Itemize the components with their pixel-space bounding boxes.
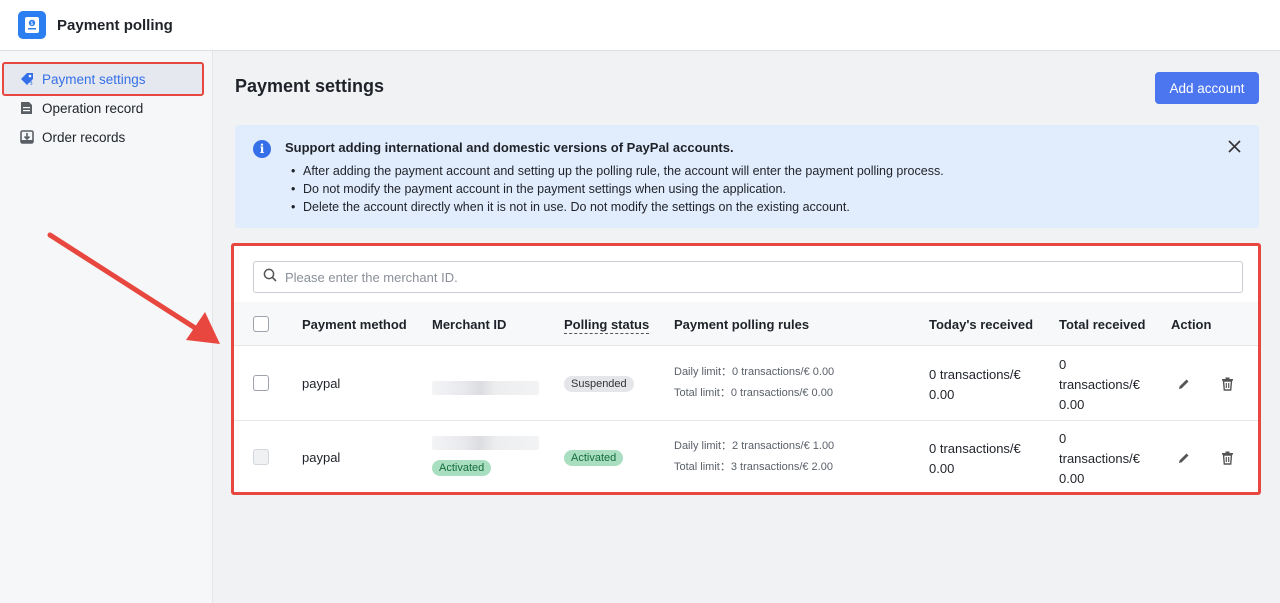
header-polling-status[interactable]: Polling status	[564, 317, 650, 334]
edit-icon[interactable]	[1175, 449, 1193, 467]
total-received-count: 0	[1059, 431, 1067, 446]
info-notice: i Support adding international and domes…	[235, 125, 1259, 228]
notice-item: Delete the account directly when it is n…	[303, 198, 944, 216]
today-received-amount: 0.00	[929, 387, 955, 402]
search-box[interactable]	[253, 261, 1243, 293]
download-box-icon	[19, 130, 34, 145]
header-todays-received: Today's received	[929, 317, 1034, 332]
table-row: paypal Activated Activated Daily limit：2…	[234, 421, 1258, 495]
accounts-panel: Payment method Merchant ID Polling statu…	[231, 243, 1261, 495]
table-row: paypal Suspended Daily limit：0 transacti…	[234, 347, 1258, 421]
merchant-id-redacted	[432, 436, 539, 450]
select-all-checkbox[interactable]	[253, 316, 269, 332]
header-payment-method: Payment method	[302, 317, 407, 332]
status-badge: Suspended	[564, 376, 634, 392]
annotation-arrow	[47, 232, 220, 344]
total-limit: Total limit：3 transactions/€ 2.00	[674, 461, 833, 473]
document-icon	[19, 101, 34, 116]
notice-item: After adding the payment account and set…	[303, 162, 944, 180]
info-icon: i	[253, 140, 271, 158]
sidebar-item-label: Order records	[42, 129, 126, 145]
header-action: Action	[1171, 317, 1212, 332]
total-received-unit: transactions/€	[1059, 377, 1140, 392]
total-limit: Total limit：0 transactions/€ 0.00	[674, 387, 833, 399]
merchant-status-badge: Activated	[432, 460, 492, 476]
search-icon	[263, 268, 277, 287]
payment-method: paypal	[302, 376, 341, 391]
header-polling-rules: Payment polling rules	[674, 317, 810, 332]
table-header: Payment method Merchant ID Polling statu…	[234, 302, 1258, 346]
search-input[interactable]	[285, 269, 1185, 285]
sidebar-item-order-records[interactable]: Order records	[2, 120, 204, 154]
notice-item: Do not modify the payment account in the…	[303, 180, 944, 198]
total-received-unit: transactions/€	[1059, 451, 1140, 466]
merchant-id-redacted	[432, 381, 539, 395]
top-bar: $ Payment polling	[0, 0, 1280, 51]
edit-icon[interactable]	[1175, 375, 1193, 393]
tag-icon: $	[19, 72, 34, 87]
delete-icon[interactable]	[1218, 375, 1236, 393]
today-received: 0 transactions/€	[929, 441, 1021, 456]
today-received-amount: 0.00	[929, 461, 955, 476]
add-account-button[interactable]: Add account	[1155, 72, 1259, 104]
today-received: 0 transactions/€	[929, 367, 1021, 382]
app-logo-icon: $	[18, 11, 46, 39]
notice-list: After adding the payment account and set…	[303, 162, 944, 216]
svg-text:$: $	[29, 81, 32, 86]
status-badge: Activated	[564, 450, 624, 466]
delete-icon[interactable]	[1218, 449, 1236, 467]
total-received-count: 0	[1059, 357, 1067, 372]
daily-limit: Daily limit：2 transactions/€ 1.00	[674, 440, 835, 452]
page-title: Payment settings	[235, 76, 385, 96]
total-received-amount: 0.00	[1059, 471, 1085, 486]
row-checkbox[interactable]	[253, 449, 269, 465]
payment-method: paypal	[302, 450, 341, 465]
total-received-amount: 0.00	[1059, 397, 1085, 412]
sidebar-item-label: Payment settings	[42, 71, 146, 87]
app-title: Payment polling	[57, 16, 173, 34]
header-total-received: Total received	[1059, 317, 1146, 332]
daily-limit: Daily limit：0 transactions/€ 0.00	[674, 366, 835, 378]
header-merchant-id: Merchant ID	[432, 317, 507, 332]
svg-text:$: $	[30, 21, 33, 27]
sidebar-item-label: Operation record	[42, 100, 144, 116]
notice-title: Support adding international and domesti…	[285, 140, 734, 155]
close-icon[interactable]	[1228, 138, 1241, 156]
row-checkbox[interactable]	[253, 375, 269, 391]
